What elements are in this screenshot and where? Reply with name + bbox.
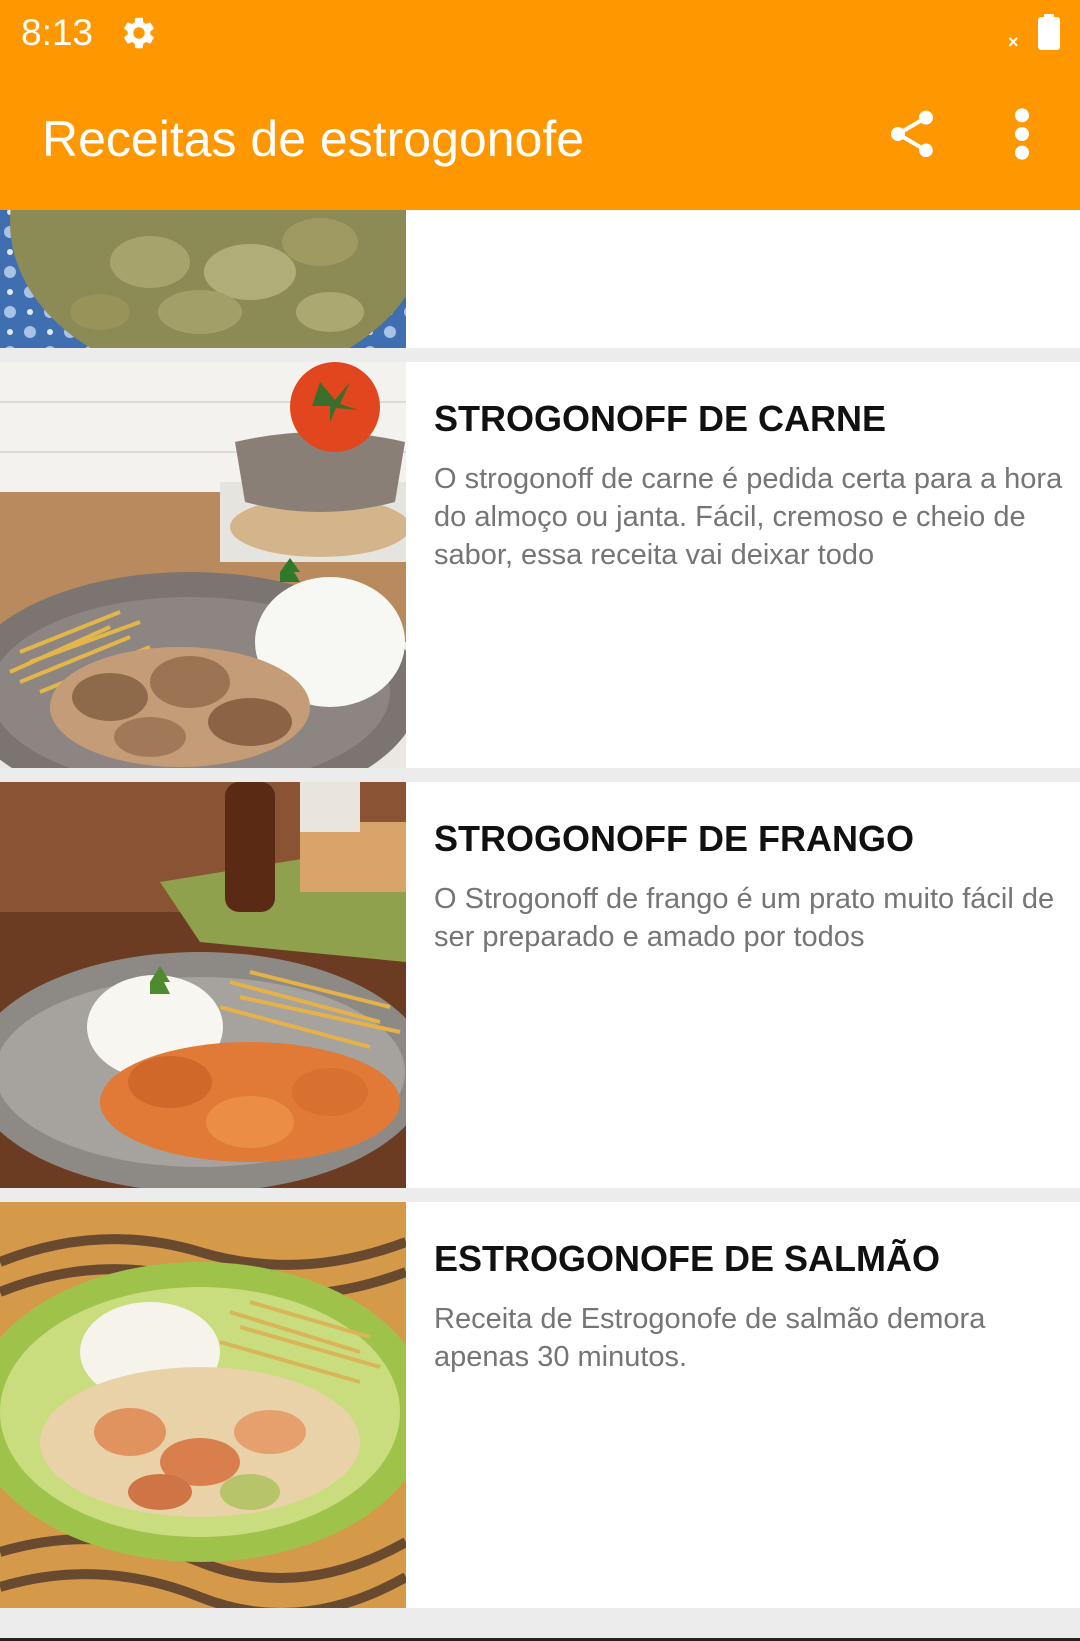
recipe-image [0,782,406,1188]
recipe-title: STROGONOFF DE CARNE [434,398,887,439]
app-bar: Receitas de estrogonofe [0,66,1080,210]
more-vert-icon[interactable] [1004,106,1040,162]
recipe-description: O Strogonoff de frango é um prato muito … [434,883,1055,953]
recipe-image [0,362,406,768]
recipe-title: ESTROGONOFE DE SALMÃO [434,1238,941,1279]
recipe-description: Receita de Estrogonofe de salmão demora … [434,1303,986,1373]
recipe-description: O strogonoff de carne é pedida certa par… [434,463,1063,571]
recipe-card[interactable]: ESTROGONOFE DE SALMÃO Receita de Estrogo… [0,1202,1080,1608]
recipe-title: STROGONOFF DE FRANGO [434,818,914,859]
recipe-list[interactable]: STROGONOFF DE CARNE O strogonoff de carn… [0,210,1080,1641]
recipe-card[interactable]: STROGONOFF DE CARNE O strogonoff de carn… [0,362,1080,768]
no-signal-icon: × [1008,32,1019,52]
status-time: 8:13 [21,12,94,53]
status-bar: 8:13 × [0,0,1080,66]
recipe-card[interactable]: STROGONOFF DE FRANGO O Strogonoff de fra… [0,782,1080,1188]
share-icon[interactable] [884,106,940,162]
recipe-image [0,210,406,348]
app-title: Receitas de estrogonofe [42,111,585,167]
recipe-card[interactable] [0,210,1080,348]
recipe-image [0,1202,406,1608]
battery-icon [1038,14,1060,50]
gear-icon [124,17,154,49]
